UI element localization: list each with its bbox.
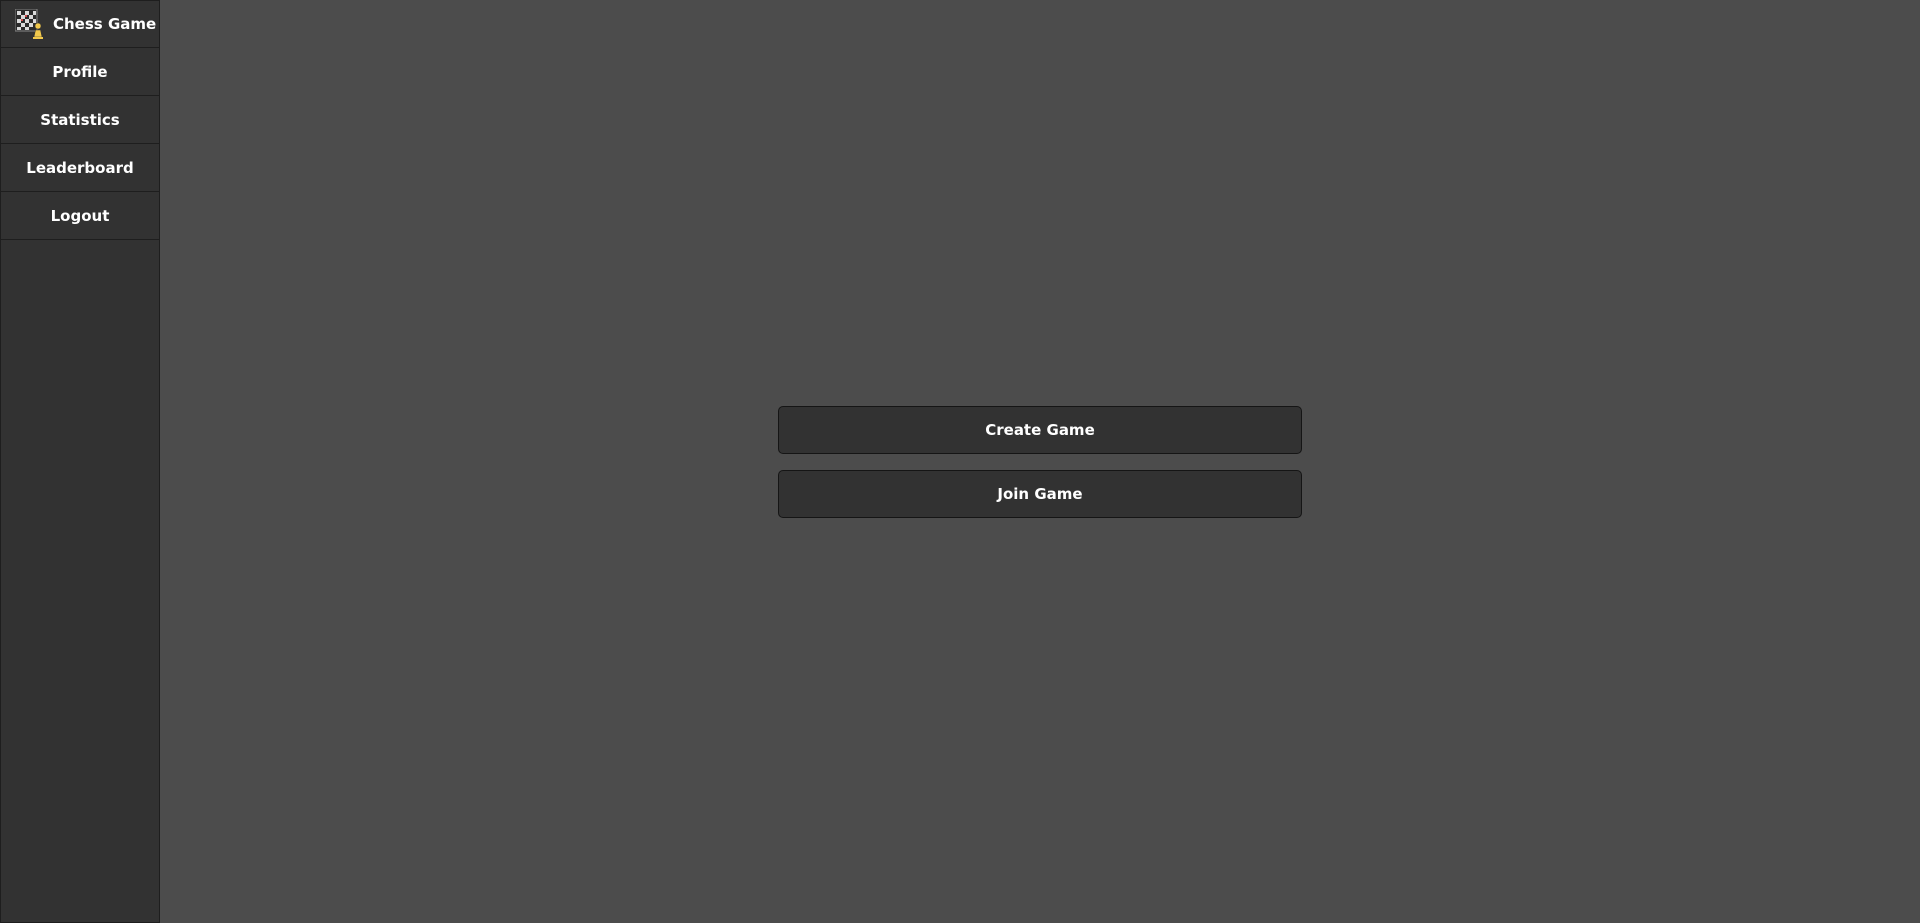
join-game-button[interactable]: Join Game [778, 470, 1302, 518]
create-game-button[interactable]: Create Game [778, 406, 1302, 454]
chessboard-pawn-logo-icon [14, 8, 45, 39]
brand[interactable]: Chess Game [1, 1, 159, 48]
sidebar-item-statistics[interactable]: Statistics [1, 96, 159, 144]
sidebar-item-profile[interactable]: Profile [1, 48, 159, 96]
brand-title: Chess Game [53, 15, 157, 33]
sidebar-item-logout[interactable]: Logout [1, 192, 159, 240]
sidebar-item-leaderboard[interactable]: Leaderboard [1, 144, 159, 192]
game-actions: Create Game Join Game [778, 406, 1302, 518]
sidebar: Chess Game Profile Statistics Leaderboar… [0, 0, 160, 923]
